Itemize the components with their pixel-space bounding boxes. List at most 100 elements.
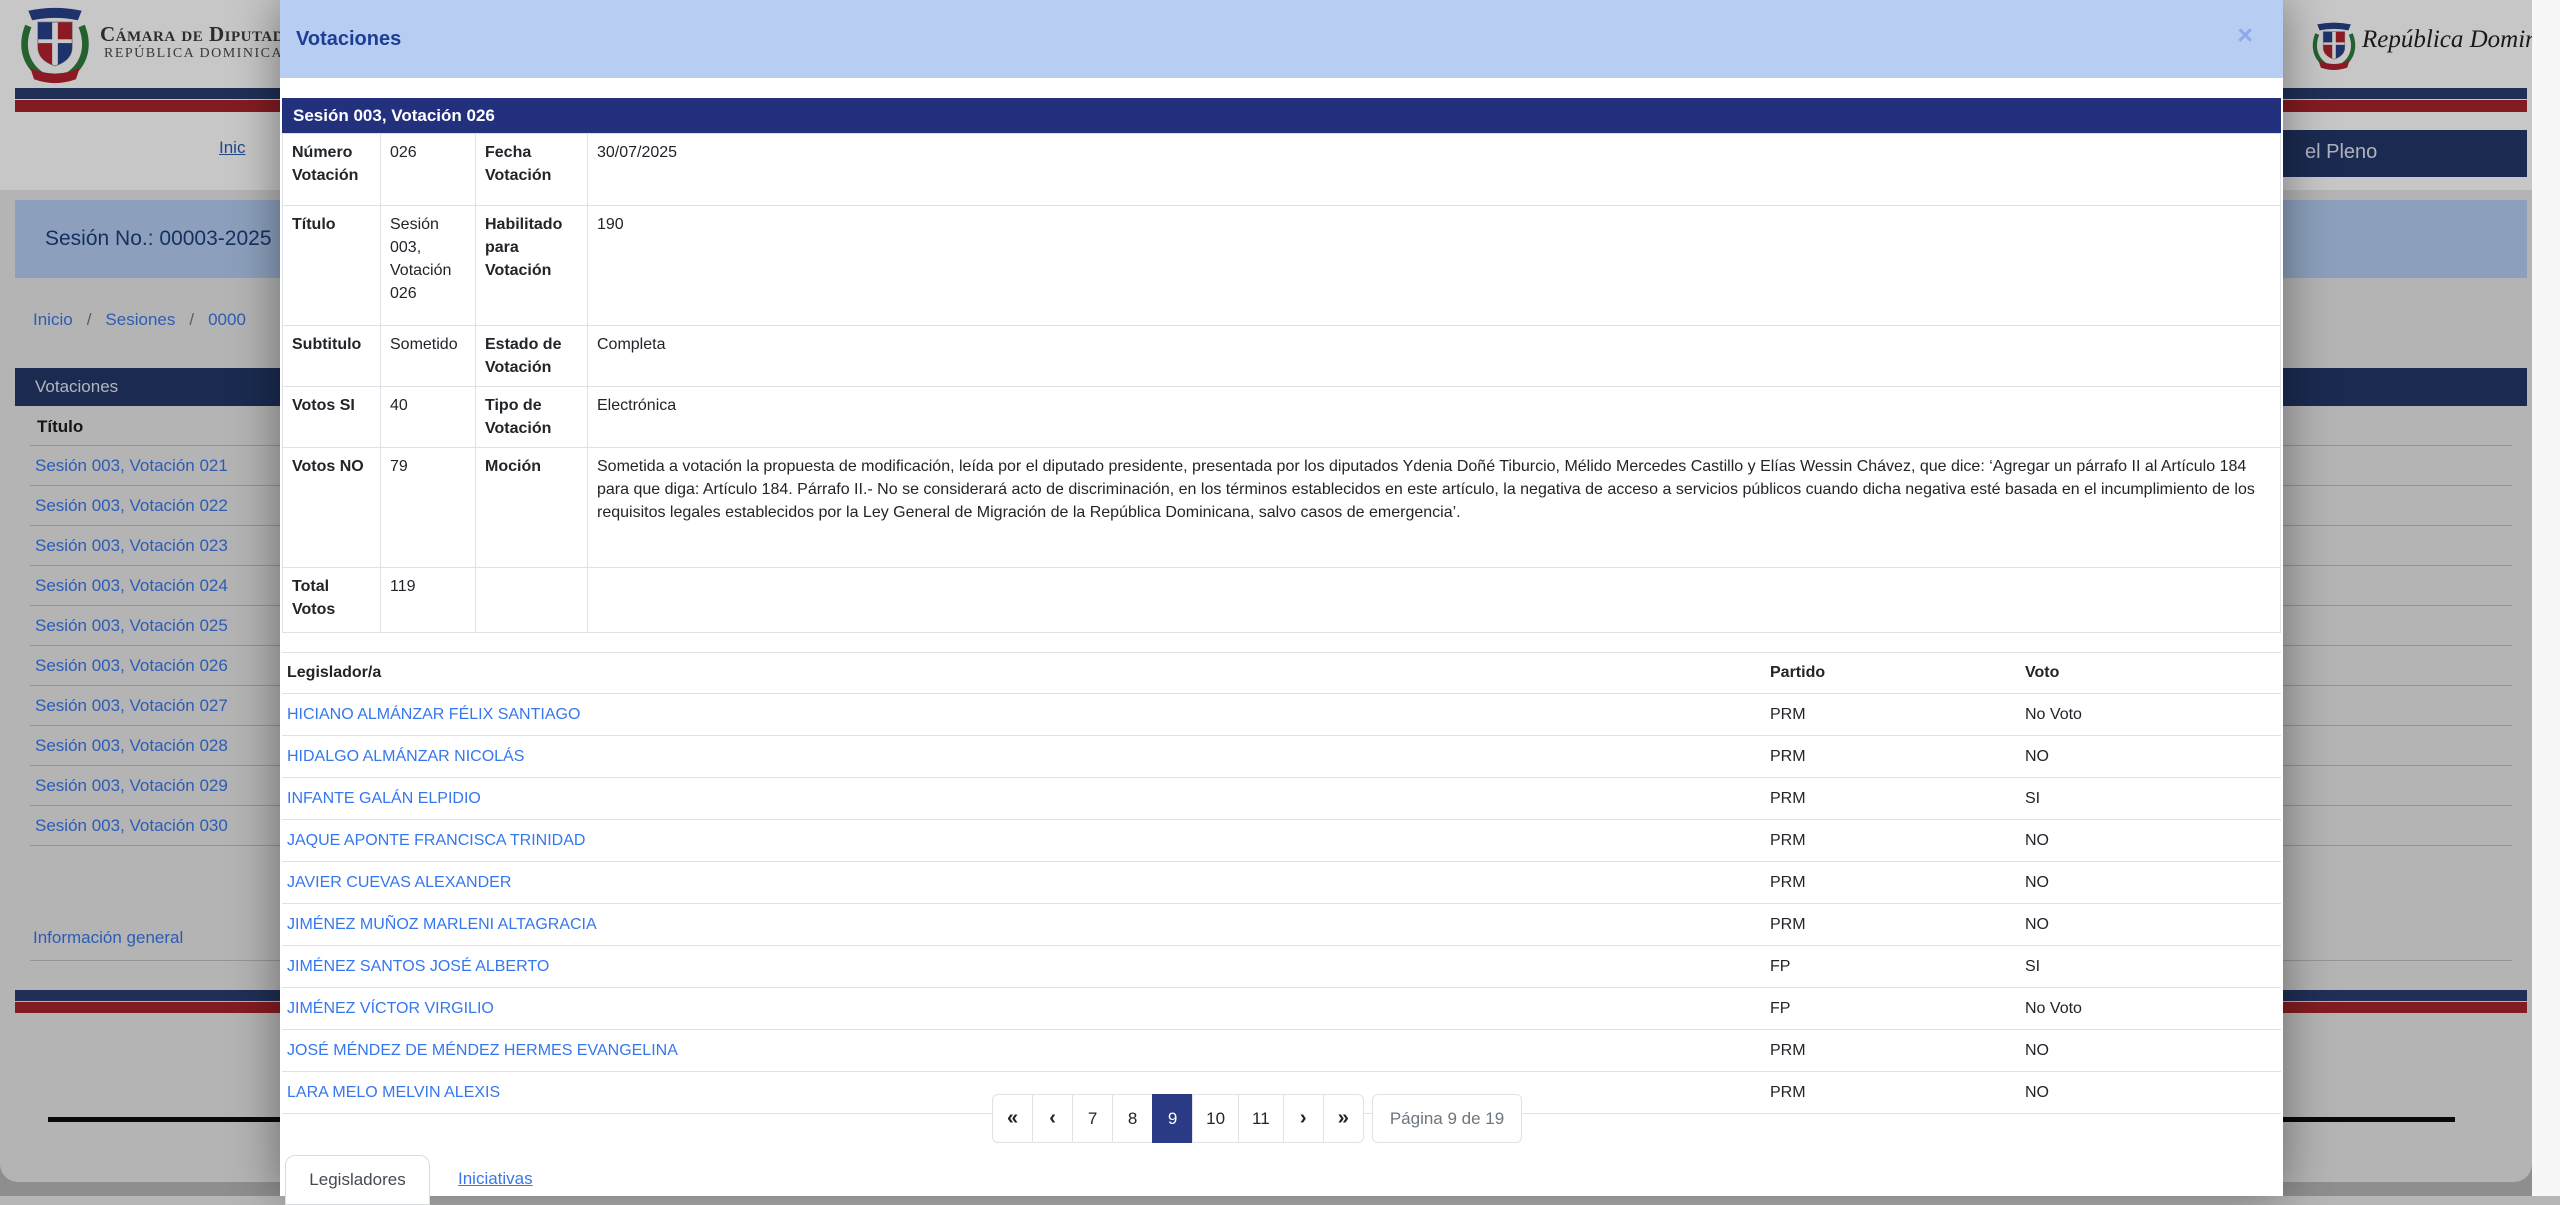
column-header: Legislador/a	[282, 653, 1765, 694]
page-gutter	[2532, 0, 2560, 1196]
page-11-button[interactable]: 11	[1238, 1094, 1284, 1143]
party-cell: PRM	[1765, 694, 2020, 736]
table-row: JIMÉNEZ VÍCTOR VIRGILIO FPNo Voto	[282, 988, 2281, 1030]
party-cell: FP	[1765, 988, 2020, 1030]
detail-label	[476, 568, 588, 633]
last-page-button[interactable]: »	[1323, 1094, 1364, 1143]
detail-label: Votos SI	[283, 387, 381, 448]
detail-value: Completa	[588, 326, 2281, 387]
table-row: INFANTE GALÁN ELPIDIOPRMSI	[282, 778, 2281, 820]
table-row: HIDALGO ALMÁNZAR NICOLÁS PRMNO	[282, 736, 2281, 778]
tab-legisladores[interactable]: Legisladores	[285, 1155, 430, 1205]
legislator-cell: JOSÉ MÉNDEZ DE MÉNDEZ HERMES EVANGELINA	[282, 1030, 1765, 1072]
vote-cell: SI	[2020, 946, 2281, 988]
detail-value: 119	[381, 568, 476, 633]
detail-label: Subtitulo	[283, 326, 381, 387]
party-cell: PRM	[1765, 820, 2020, 862]
detail-row: SubtituloSometidoEstado de VotaciónCompl…	[283, 326, 2281, 387]
table-row: JOSÉ MÉNDEZ DE MÉNDEZ HERMES EVANGELINA P…	[282, 1030, 2281, 1072]
party-cell: PRM	[1765, 1072, 2020, 1114]
vote-cell: NO	[2020, 1030, 2281, 1072]
party-cell: FP	[1765, 946, 2020, 988]
vote-cell: NO	[2020, 820, 2281, 862]
votaciones-modal: Votaciones × Sesión 003, Votación 026 Nú…	[280, 0, 2283, 1196]
column-header: Partido	[1765, 653, 2020, 694]
party-cell: PRM	[1765, 862, 2020, 904]
detail-label: Título	[283, 206, 381, 326]
prev-page-button[interactable]: ‹	[1032, 1094, 1073, 1143]
legislator-link[interactable]: JAVIER CUEVAS ALEXANDER	[287, 874, 511, 891]
detail-label: Moción	[476, 448, 588, 568]
detail-label: Número Votación	[283, 134, 381, 206]
next-page-button[interactable]: ›	[1283, 1094, 1324, 1143]
detail-value: Electrónica	[588, 387, 2281, 448]
modal-header: Votaciones ×	[280, 0, 2283, 78]
legislator-link[interactable]: JIMÉNEZ VÍCTOR VIRGILIO	[287, 1000, 494, 1017]
pagination-status: Página 9 de 19	[1372, 1094, 1522, 1143]
legislator-link[interactable]: JIMÉNEZ MUÑOZ MARLENI ALTAGRACIA	[287, 916, 597, 933]
detail-value	[588, 568, 2281, 633]
legislator-cell: JIMÉNEZ MUÑOZ MARLENI ALTAGRACIA	[282, 904, 1765, 946]
vote-cell: NO	[2020, 1072, 2281, 1114]
detail-row: Votos SI40Tipo de VotaciónElectrónica	[283, 387, 2281, 448]
modal-title: Votaciones	[296, 28, 401, 51]
tab-iniciativas[interactable]: Iniciativas	[458, 1155, 533, 1205]
detail-value: 190	[588, 206, 2281, 326]
table-row: JIMÉNEZ SANTOS JOSÉ ALBERTO FPSI	[282, 946, 2281, 988]
page-9-button[interactable]: 9	[1152, 1094, 1193, 1143]
party-cell: PRM	[1765, 778, 2020, 820]
legislator-cell: JAVIER CUEVAS ALEXANDER	[282, 862, 1765, 904]
close-icon[interactable]: ×	[2237, 22, 2253, 49]
detail-value: Sesión 003, Votación 026	[381, 206, 476, 326]
vote-cell: NO	[2020, 736, 2281, 778]
detail-value: 79	[381, 448, 476, 568]
legislators-header-row: Legislador/aPartidoVoto	[282, 653, 2281, 694]
detail-label: Tipo de Votación	[476, 387, 588, 448]
legislator-link[interactable]: HICIANO ALMÁNZAR FÉLIX SANTIAGO	[287, 706, 580, 723]
vote-detail-table: Número Votación026Fecha Votación30/07/20…	[282, 133, 2281, 633]
detail-row: Votos NO79MociónSometida a votación la p…	[283, 448, 2281, 568]
detail-label: Votos NO	[283, 448, 381, 568]
party-cell: PRM	[1765, 1030, 2020, 1072]
legislator-cell: JAQUE APONTE FRANCISCA TRINIDAD	[282, 820, 1765, 862]
vote-cell: No Voto	[2020, 694, 2281, 736]
legislator-link[interactable]: JIMÉNEZ SANTOS JOSÉ ALBERTO	[287, 958, 549, 975]
page-7-button[interactable]: 7	[1072, 1094, 1113, 1143]
table-row: JIMÉNEZ MUÑOZ MARLENI ALTAGRACIA PRMNO	[282, 904, 2281, 946]
legislator-link[interactable]: INFANTE GALÁN ELPIDIO	[287, 790, 481, 807]
detail-value: 40	[381, 387, 476, 448]
detail-value: Sometido	[381, 326, 476, 387]
detail-row: Número Votación026Fecha Votación30/07/20…	[283, 134, 2281, 206]
detail-label: Estado de Votación	[476, 326, 588, 387]
table-row: JAQUE APONTE FRANCISCA TRINIDAD PRMNO	[282, 820, 2281, 862]
page-8-button[interactable]: 8	[1112, 1094, 1153, 1143]
legislator-link[interactable]: JAQUE APONTE FRANCISCA TRINIDAD	[287, 832, 585, 849]
legislator-cell: HICIANO ALMÁNZAR FÉLIX SANTIAGO	[282, 694, 1765, 736]
detail-value: 026	[381, 134, 476, 206]
column-header: Voto	[2020, 653, 2281, 694]
vote-cell: NO	[2020, 904, 2281, 946]
legislator-cell: JIMÉNEZ SANTOS JOSÉ ALBERTO	[282, 946, 1765, 988]
legislator-cell: JIMÉNEZ VÍCTOR VIRGILIO	[282, 988, 1765, 1030]
first-page-button[interactable]: «	[992, 1094, 1033, 1143]
table-row: JAVIER CUEVAS ALEXANDER PRMNO	[282, 862, 2281, 904]
legislator-link[interactable]: LARA MELO MELVIN ALEXIS	[287, 1084, 500, 1101]
party-cell: PRM	[1765, 736, 2020, 778]
legislator-cell: HIDALGO ALMÁNZAR NICOLÁS	[282, 736, 1765, 778]
vote-cell: NO	[2020, 862, 2281, 904]
detail-row: TítuloSesión 003, Votación 026Habilitado…	[283, 206, 2281, 326]
detail-label: Habilitado para Votación	[476, 206, 588, 326]
legislator-cell: INFANTE GALÁN ELPIDIO	[282, 778, 1765, 820]
pagination: «‹7891011›»Página 9 de 19	[992, 1094, 1522, 1143]
detail-label: Total Votos	[283, 568, 381, 633]
detail-row: Total Votos119	[283, 568, 2281, 633]
table-row: HICIANO ALMÁNZAR FÉLIX SANTIAGO PRMNo Vot…	[282, 694, 2281, 736]
vote-detail-caption: Sesión 003, Votación 026	[282, 98, 2281, 133]
legislator-link[interactable]: JOSÉ MÉNDEZ DE MÉNDEZ HERMES EVANGELINA	[287, 1042, 678, 1059]
vote-cell: No Voto	[2020, 988, 2281, 1030]
detail-label: Fecha Votación	[476, 134, 588, 206]
detail-value: 30/07/2025	[588, 134, 2281, 206]
legislator-link[interactable]: HIDALGO ALMÁNZAR NICOLÁS	[287, 748, 524, 765]
page-10-button[interactable]: 10	[1192, 1094, 1239, 1143]
party-cell: PRM	[1765, 904, 2020, 946]
